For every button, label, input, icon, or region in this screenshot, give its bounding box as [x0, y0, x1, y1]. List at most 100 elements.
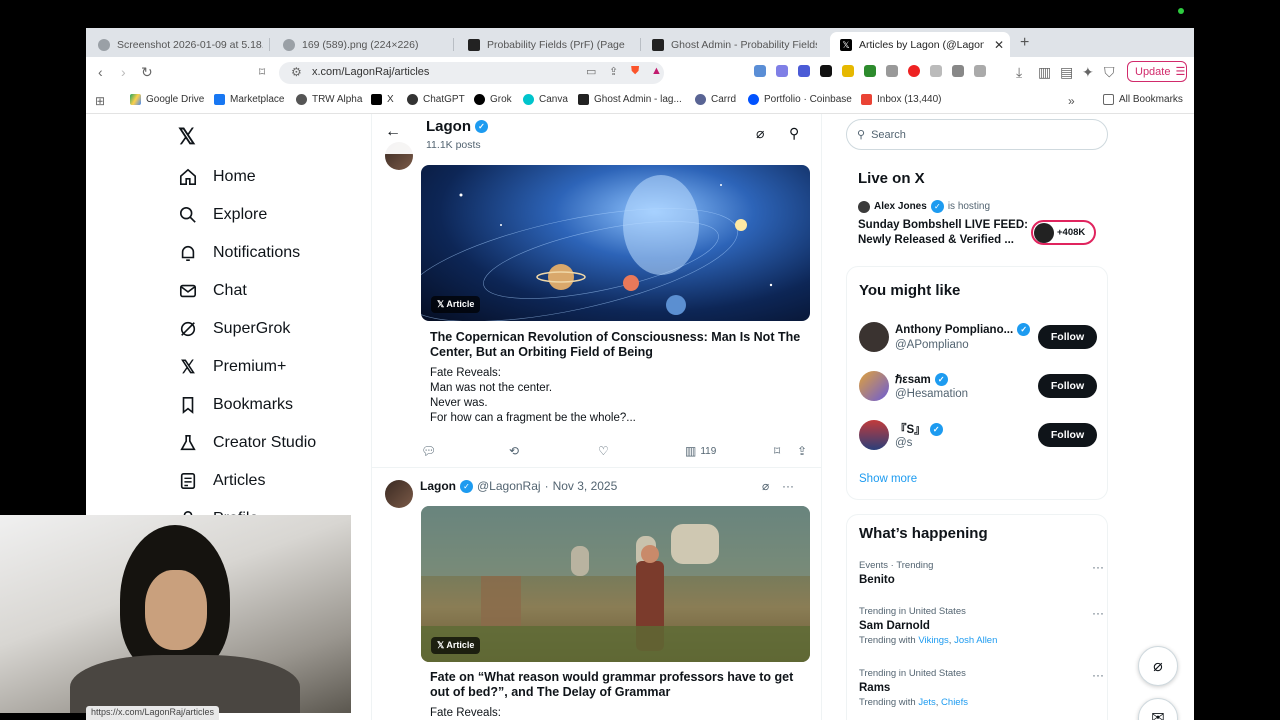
share-icon[interactable]: ⇪ [797, 444, 807, 458]
extension-icon[interactable] [952, 65, 964, 77]
article-title[interactable]: The Copernican Revolution of Consciousne… [430, 330, 802, 360]
suggested-user[interactable]: 『S』 ✓ @s Follow [859, 420, 1099, 452]
suggested-user[interactable]: Anthony Pompliano... ✓ @APompliano Follow [859, 322, 1099, 354]
nav-premium[interactable]: 𝕏 Premium+ [178, 348, 287, 386]
nav-bookmarks[interactable]: Bookmarks [178, 386, 293, 424]
post-date[interactable]: Nov 3, 2025 [553, 479, 618, 493]
grok-float-button[interactable]: ⌀ [1138, 646, 1178, 686]
nav-supergrok[interactable]: SuperGrok [178, 310, 290, 348]
back-icon[interactable]: ‹ [98, 64, 103, 80]
more-options-icon[interactable]: ··· [1092, 560, 1104, 574]
suggested-user[interactable]: ℏεsam ✓ @Hesamation Follow [859, 371, 1099, 403]
author-handle[interactable]: @LagonRaj [477, 479, 541, 493]
trend-link[interactable]: Vikings [918, 635, 948, 646]
extension-icon[interactable] [820, 65, 832, 77]
nav-chat[interactable]: Chat [178, 272, 247, 310]
more-options-icon[interactable]: ··· [1092, 606, 1104, 620]
extension-icon[interactable] [776, 65, 788, 77]
new-tab-button[interactable]: + [1020, 34, 1029, 52]
x-logo-icon[interactable]: 𝕏 [178, 124, 196, 150]
brave-shield-icon[interactable]: ⛊ [631, 65, 639, 78]
bookmark-inbox[interactable]: Inbox (13,440) [861, 94, 942, 105]
author-name[interactable]: Lagon [420, 479, 456, 493]
article-title[interactable]: Fate on “What reason would grammar profe… [430, 670, 802, 700]
bookmark-google-drive[interactable]: Google Drive [130, 94, 204, 105]
like-icon[interactable]: ♡ [598, 444, 609, 458]
extension-icon[interactable] [842, 65, 854, 77]
follow-button[interactable]: Follow [1038, 374, 1097, 398]
reply-icon[interactable]: 💬︎ [421, 444, 436, 458]
tab-articles-by-lagon[interactable]: 𝕏 Articles by Lagon (@LagonRaj ✕ [830, 32, 1010, 57]
avatar [858, 200, 870, 213]
bookmark-marketplace[interactable]: Marketplace [214, 94, 284, 105]
share-icon[interactable]: ⇪ [609, 65, 618, 78]
extension-icon[interactable] [974, 65, 986, 77]
tab-probability-fields[interactable]: Probability Fields (PrF) (Page 2) [468, 32, 628, 57]
sidebar-icon[interactable]: ▥ [1038, 64, 1051, 80]
grok-icon[interactable]: ⌀ [756, 125, 764, 142]
views-button[interactable]: ▥ 119 [685, 444, 716, 458]
live-listeners-badge[interactable]: +408K [1031, 220, 1096, 245]
repost-icon[interactable]: ⟲ [509, 444, 519, 458]
follow-button[interactable]: Follow [1038, 325, 1097, 349]
trend-link[interactable]: Josh Allen [954, 635, 997, 646]
extension-icon[interactable] [930, 65, 942, 77]
extension-icon[interactable] [754, 65, 766, 77]
trend-link[interactable]: Jets [918, 697, 935, 708]
avatar[interactable] [385, 480, 413, 508]
more-options-icon[interactable]: ··· [782, 479, 794, 493]
nav-explore[interactable]: Explore [178, 196, 267, 234]
extension-icon[interactable] [908, 65, 920, 77]
live-stream-title[interactable]: Sunday Bombshell LIVE FEED: Newly Releas… [858, 218, 1033, 248]
bookmark-trw-alpha[interactable]: TRW Alpha [296, 94, 362, 105]
trend-item[interactable]: Trending in United States Rams Trending … [859, 668, 1104, 708]
reload-icon[interactable]: ↻ [141, 64, 153, 80]
apps-grid-icon[interactable]: ⊞ [95, 94, 105, 108]
more-options-icon[interactable]: ··· [1092, 668, 1104, 682]
nav-notifications[interactable]: Notifications [178, 234, 300, 272]
search-icon[interactable]: ⚲ [789, 125, 799, 142]
article-cover-image[interactable]: 𝕏 Article [421, 506, 810, 662]
tab-ghost-admin[interactable]: Ghost Admin - Probability Fields (P [652, 32, 817, 57]
cast-icon[interactable]: ▭ [586, 65, 596, 78]
nav-articles[interactable]: Articles [178, 462, 265, 500]
live-host[interactable]: Alex Jones ✓ is hosting [858, 200, 990, 213]
close-tab-icon[interactable]: ✕ [994, 38, 1004, 52]
site-settings-icon[interactable]: ⚙ [291, 65, 302, 79]
forward-icon[interactable]: › [121, 64, 126, 80]
all-bookmarks-button[interactable]: All Bookmarks [1103, 94, 1183, 105]
more-bookmarks-icon[interactable]: » [1068, 94, 1075, 108]
leo-ai-icon[interactable]: ✦ [1082, 64, 1094, 80]
grok-icon[interactable]: ⌀ [762, 479, 769, 493]
extension-icon[interactable] [798, 65, 810, 77]
bookmark-carrd[interactable]: Carrd [695, 94, 736, 105]
trend-link[interactable]: Chiefs [941, 697, 968, 708]
tab-screenshot[interactable]: Screenshot 2026-01-09 at 5.18.12 [98, 32, 263, 57]
search-input[interactable]: ⚲ Search [846, 119, 1108, 150]
nav-creator-studio[interactable]: Creator Studio [178, 424, 316, 462]
bookmark-grok[interactable]: Grok [474, 94, 512, 105]
article-cover-image[interactable]: 𝕏 Article [421, 165, 810, 321]
follow-button[interactable]: Follow [1038, 423, 1097, 447]
bookmark-chatgpt[interactable]: ChatGPT [407, 94, 465, 105]
bookmark-canva[interactable]: Canva [523, 94, 568, 105]
address-bar[interactable]: ⚙ x.com/LagonRaj/articles ▭ ⇪ ⛊ ▲ [279, 62, 664, 84]
nav-home[interactable]: Home [178, 158, 256, 196]
back-arrow-icon[interactable]: ← [385, 123, 401, 141]
trend-item[interactable]: Trending in United States Sam Darnold Tr… [859, 606, 1104, 646]
show-more-link[interactable]: Show more [859, 473, 917, 485]
bookmark-ghost-admin[interactable]: Ghost Admin - lag... [578, 94, 682, 105]
bookmark-x[interactable]: X [371, 94, 394, 105]
bookmark-icon[interactable]: ⌑ [774, 444, 780, 458]
vpn-icon[interactable]: ⛉ [1104, 64, 1115, 80]
brave-rewards-icon[interactable]: ▲ [651, 65, 662, 77]
update-button[interactable]: Update ☰ [1127, 61, 1187, 82]
tab-png[interactable]: 169 (589).png (224×226) [283, 32, 443, 57]
bookmark-page-icon[interactable]: ⌑ [259, 64, 265, 80]
extension-icon[interactable] [864, 65, 876, 77]
bookmark-coinbase[interactable]: Portfolio · Coinbase [748, 94, 852, 105]
trend-item[interactable]: Events · Trending Benito ··· [859, 560, 1104, 586]
download-icon[interactable]: ⤓ [1016, 64, 1022, 80]
extension-icon[interactable] [886, 65, 898, 77]
wallet-icon[interactable]: ▤ [1060, 64, 1073, 80]
